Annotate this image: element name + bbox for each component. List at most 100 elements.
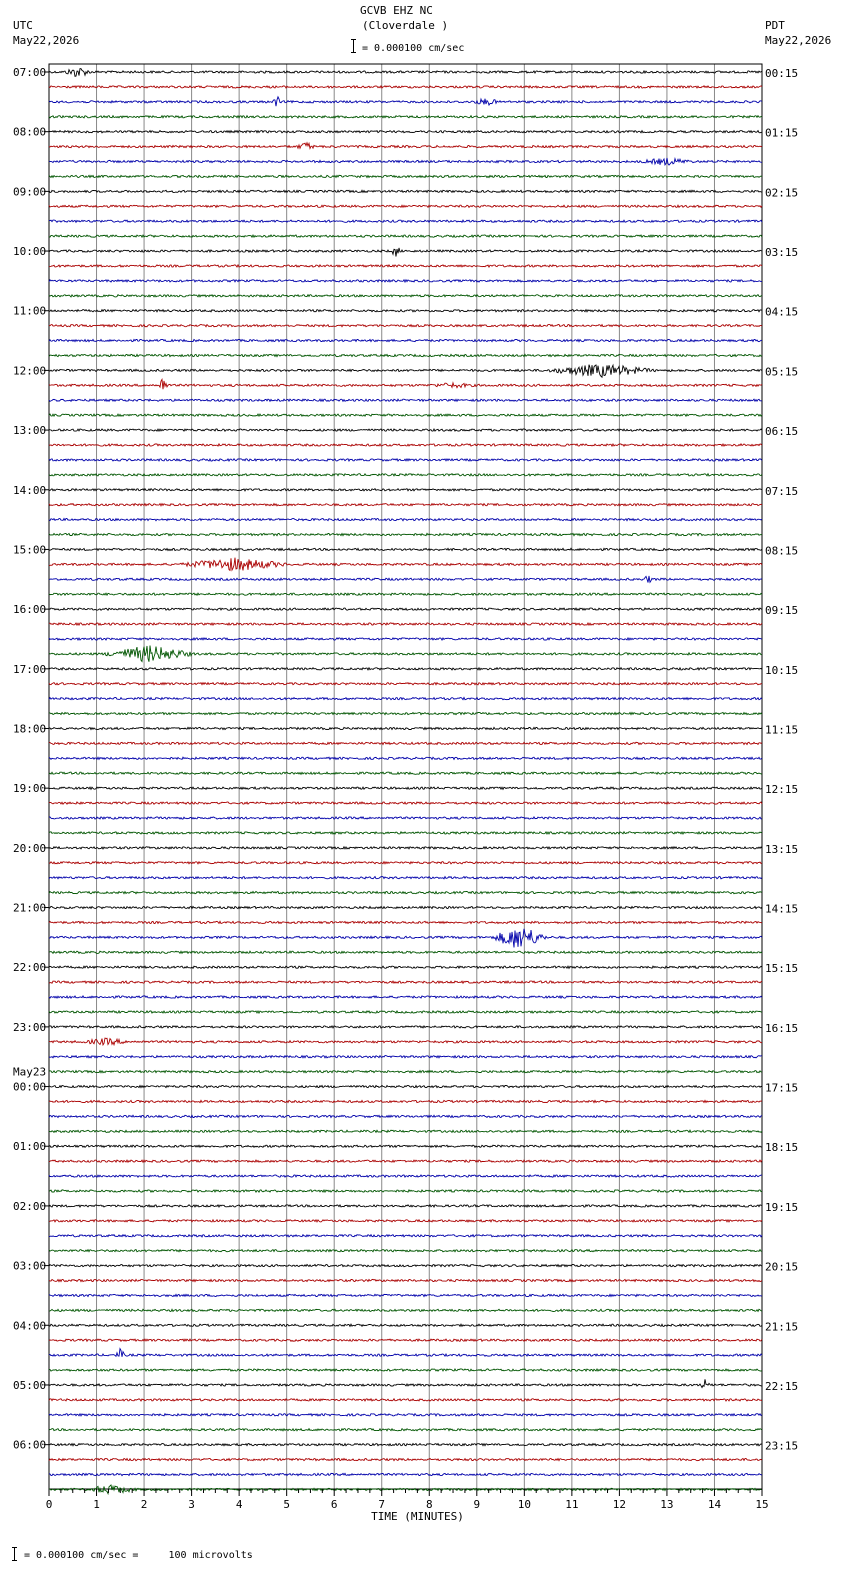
utc-hour-label: 07:00 bbox=[13, 66, 46, 79]
trace-line bbox=[49, 1218, 763, 1223]
trace-line bbox=[48, 965, 763, 970]
trace-line bbox=[48, 575, 763, 584]
x-tick-label: 6 bbox=[331, 1498, 338, 1511]
trace-line bbox=[48, 68, 763, 77]
pdt-hour-label: 13:15 bbox=[765, 843, 798, 856]
trace-line bbox=[48, 363, 763, 379]
trace-line bbox=[48, 845, 763, 850]
pdt-hour-label: 15:15 bbox=[765, 962, 798, 975]
x-tick-label: 10 bbox=[518, 1498, 531, 1511]
trace-line bbox=[48, 726, 763, 731]
utc-hour-label: 19:00 bbox=[13, 782, 46, 795]
trace-line bbox=[48, 1379, 762, 1389]
trace-line bbox=[48, 636, 763, 642]
trace-line bbox=[49, 308, 763, 313]
trace-line bbox=[48, 1263, 763, 1268]
trace-line bbox=[48, 263, 763, 269]
pdt-hour-label: 07:15 bbox=[765, 485, 798, 498]
trace-line bbox=[48, 517, 763, 522]
trace-line bbox=[48, 1188, 763, 1194]
trace-line bbox=[48, 84, 763, 89]
trace-line bbox=[48, 928, 763, 948]
trace-line bbox=[48, 1159, 763, 1164]
trace-line bbox=[48, 1233, 763, 1238]
trace-line bbox=[48, 1323, 763, 1328]
trace-line bbox=[48, 920, 763, 925]
pdt-hour-label: 01:15 bbox=[765, 127, 798, 140]
trace-line bbox=[48, 980, 763, 985]
trace-line bbox=[48, 95, 763, 107]
trace-line bbox=[48, 1442, 763, 1447]
trace-line bbox=[48, 427, 763, 433]
trace-line bbox=[49, 1129, 763, 1134]
pdt-hour-label: 05:15 bbox=[765, 365, 798, 378]
footer-scale-icon bbox=[12, 1546, 17, 1561]
utc-hour-label: 23:00 bbox=[13, 1021, 46, 1034]
trace-line bbox=[48, 204, 763, 209]
trace-line bbox=[48, 875, 763, 880]
trace-line bbox=[48, 830, 763, 836]
trace-line bbox=[48, 174, 763, 179]
trace-line bbox=[48, 129, 763, 134]
trace-line bbox=[48, 1024, 763, 1029]
trace-line bbox=[48, 247, 763, 257]
utc-hour-label: 14:00 bbox=[13, 484, 46, 497]
date-change-label: May23 bbox=[13, 1066, 46, 1079]
trace-line bbox=[48, 413, 763, 418]
utc-hour-label: 06:00 bbox=[13, 1439, 46, 1452]
trace-line bbox=[48, 905, 763, 910]
trace-line bbox=[48, 1412, 763, 1417]
trace-line bbox=[48, 472, 763, 477]
trace-line bbox=[48, 696, 763, 701]
trace-line bbox=[48, 1174, 762, 1179]
utc-hour-label: 15:00 bbox=[13, 543, 46, 556]
trace-line bbox=[48, 1144, 763, 1149]
x-tick-label: 14 bbox=[708, 1498, 722, 1511]
trace-line bbox=[48, 338, 763, 343]
pdt-hour-label: 09:15 bbox=[765, 604, 798, 617]
trace-line bbox=[48, 1397, 763, 1402]
utc-hour-label: 22:00 bbox=[13, 961, 46, 974]
trace-line bbox=[48, 141, 763, 150]
x-tick-label: 5 bbox=[283, 1498, 290, 1511]
utc-hour-label: 13:00 bbox=[13, 424, 46, 437]
pdt-hour-label: 02:15 bbox=[765, 186, 798, 199]
trace-line bbox=[48, 547, 763, 552]
utc-hour-label: 04:00 bbox=[13, 1319, 46, 1332]
pdt-hour-label: 22:15 bbox=[765, 1380, 798, 1393]
trace-line bbox=[48, 994, 763, 1000]
trace-line bbox=[48, 1114, 763, 1119]
trace-line bbox=[48, 1338, 763, 1343]
pdt-hour-label: 06:15 bbox=[765, 425, 798, 438]
pdt-hour-label: 23:15 bbox=[765, 1440, 798, 1453]
pdt-hour-label: 08:15 bbox=[765, 544, 798, 557]
trace-line bbox=[48, 1308, 763, 1313]
trace-line bbox=[49, 1368, 763, 1373]
utc-hour-label: 09:00 bbox=[13, 185, 46, 198]
seismogram-plot: 07:00 08:00 09:00 10:00 11:00 12:00 13:00 14:00… bbox=[13, 63, 798, 1523]
trace-line bbox=[48, 1347, 763, 1358]
trace-line bbox=[48, 353, 763, 358]
pdt-hour-label: 12:15 bbox=[765, 783, 798, 796]
pdt-hour-label: 04:15 bbox=[765, 306, 798, 319]
trace-line bbox=[48, 323, 763, 328]
x-tick-label: 12 bbox=[613, 1498, 626, 1511]
utc-hour-label: 05:00 bbox=[13, 1379, 46, 1392]
trace-line bbox=[48, 1278, 763, 1283]
pdt-hour-label: 21:15 bbox=[765, 1320, 798, 1333]
utc-hour-label: 01:00 bbox=[13, 1140, 46, 1153]
trace-line bbox=[48, 1472, 763, 1477]
pdt-hour-label: 11:15 bbox=[765, 723, 798, 736]
x-tick-label: 0 bbox=[46, 1498, 53, 1511]
trace-line bbox=[48, 442, 763, 448]
trace-line bbox=[48, 666, 763, 671]
trace-line bbox=[48, 487, 763, 492]
trace-line bbox=[48, 1099, 763, 1104]
trace-line bbox=[48, 741, 763, 746]
trace-line bbox=[48, 756, 763, 761]
x-tick-label: 1 bbox=[93, 1498, 100, 1511]
utc-hour-label: 02:00 bbox=[13, 1200, 46, 1213]
x-tick-label: 2 bbox=[141, 1498, 148, 1511]
pdt-hour-label: 00:15 bbox=[765, 67, 798, 80]
x-tick-label: 11 bbox=[565, 1498, 578, 1511]
